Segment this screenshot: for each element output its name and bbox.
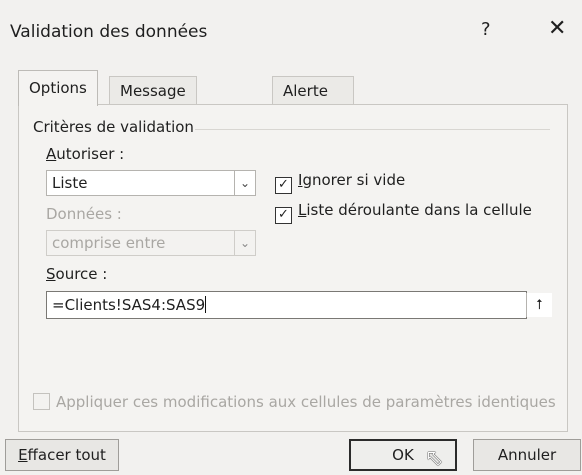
data-select[interactable]: comprise entre ⌄ (46, 230, 256, 256)
source-input[interactable]: =Clients!SAS4:SAS9 ⭡ (46, 291, 552, 319)
text-cursor (205, 296, 207, 313)
tab-input-message[interactable]: Message de saisie (109, 76, 197, 156)
dialog-title: Validation des données (10, 22, 208, 42)
clear-all-button[interactable]: Effacer tout (5, 439, 119, 471)
data-label: Données : (46, 205, 122, 223)
close-button[interactable]: ✕ (548, 16, 566, 41)
checkbox-empty-icon (33, 393, 50, 410)
in-cell-dropdown-checkbox[interactable]: ✓ Liste déroulante dans la cellule (275, 201, 532, 224)
checkmark-icon: ✓ (275, 177, 292, 194)
help-button[interactable]: ? (481, 19, 491, 40)
clear-all-accesskey: E (18, 446, 28, 464)
allow-select[interactable]: Liste ⌄ (46, 170, 256, 196)
source-input-value: =Clients!SAS4:SAS9 (52, 296, 206, 314)
allow-label-text: utoriser : (56, 145, 125, 163)
allow-select-value: Liste (52, 174, 88, 192)
clear-all-label: ffacer tout (27, 446, 106, 464)
ok-button[interactable]: OK (349, 439, 457, 471)
tab-error-alert[interactable]: Alerte d'erreur (272, 76, 354, 128)
chevron-down-icon: ⌄ (234, 231, 255, 255)
source-label-accesskey: S (46, 265, 56, 283)
tab-options[interactable]: Options (18, 70, 98, 106)
allow-label-accesskey: A (46, 145, 57, 163)
in-cell-dropdown-label: iste déroulante dans la cellule (306, 201, 532, 219)
data-select-value: comprise entre (52, 234, 166, 252)
options-panel: Critères de validation Autoriser : Liste… (18, 104, 568, 432)
apply-all-label: Appliquer ces modifications aux cellules… (56, 393, 556, 411)
apply-all-checkbox[interactable]: Appliquer ces modifications aux cellules… (33, 393, 556, 411)
chevron-down-icon: ⌄ (234, 171, 255, 195)
source-label: Source : (46, 265, 107, 283)
checkmark-icon: ✓ (275, 207, 292, 224)
ignore-blank-label: gnorer si vide (302, 171, 406, 189)
section-divider (195, 129, 550, 130)
allow-label: Autoriser : (46, 145, 124, 163)
section-title: Critères de validation (33, 118, 194, 136)
ignore-blank-checkbox[interactable]: ✓ Ignorer si vide (275, 171, 405, 194)
data-validation-dialog: Validation des données ? ✕ Options Messa… (0, 0, 582, 475)
source-label-text: ource : (55, 265, 108, 283)
collapse-dialog-icon[interactable]: ⭡ (526, 293, 552, 317)
cancel-button[interactable]: Annuler (473, 439, 581, 471)
